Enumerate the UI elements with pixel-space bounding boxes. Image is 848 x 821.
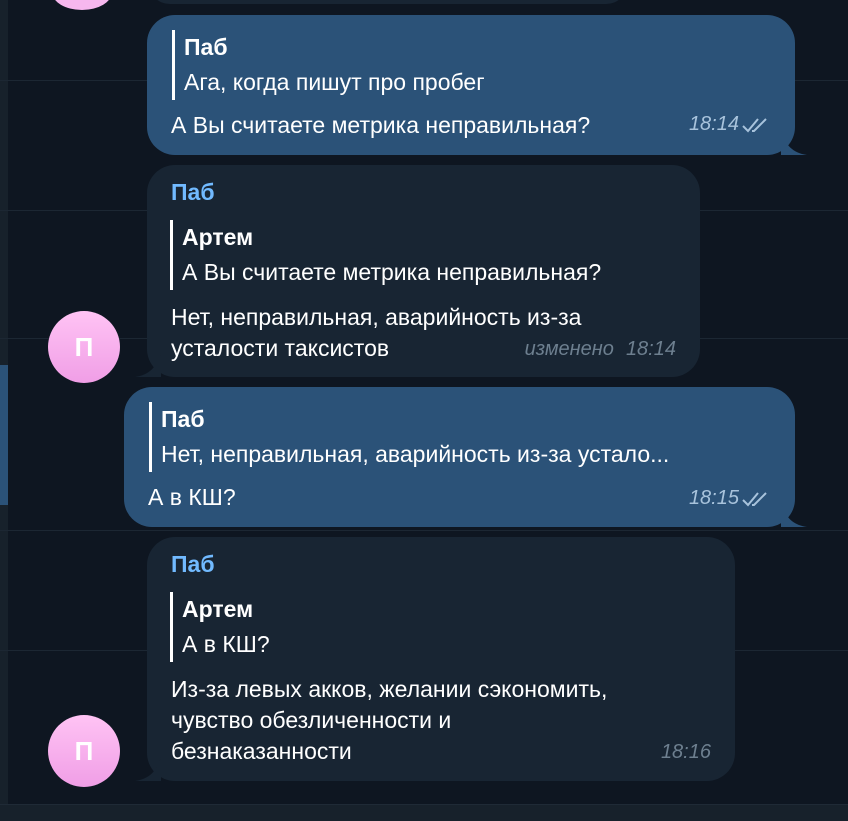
avatar-letter: П xyxy=(74,331,94,362)
bottom-bar xyxy=(0,804,848,821)
avatar[interactable] xyxy=(52,0,112,10)
bubble-tail xyxy=(135,757,161,781)
message-time: 18:14 xyxy=(625,338,676,360)
message-meta: 18:16 xyxy=(661,741,711,764)
message-text-line: Нет, неправильная, аварийность из-за xyxy=(171,304,582,330)
double-check-icon xyxy=(742,117,767,132)
reply-quote[interactable]: Паб Ага, когда пишут про пробег xyxy=(172,30,485,100)
left-panel-selection xyxy=(0,365,8,505)
reply-author: Паб xyxy=(161,406,205,432)
avatar-letter: П xyxy=(74,735,94,766)
message-meta: 18:15 xyxy=(689,487,771,510)
message-meta: 18:14 xyxy=(689,113,771,136)
message-bubble-outgoing[interactable]: Паб Нет, неправильная, аварийность из-за… xyxy=(124,387,807,527)
reply-text: А Вы считаете метрика неправильная? xyxy=(182,259,602,285)
reply-quote[interactable]: Паб Нет, неправильная, аварийность из-за… xyxy=(149,402,669,472)
reply-quote[interactable]: Артем А в КШ? xyxy=(170,592,270,662)
reply-quote[interactable]: Артем А Вы считаете метрика неправильная… xyxy=(170,220,601,290)
message-bubble-partial[interactable] xyxy=(148,0,628,4)
reply-text: Нет, неправильная, аварийность из-за уст… xyxy=(161,441,670,467)
message-text-line: усталости таксистов xyxy=(171,335,390,361)
avatar[interactable]: П xyxy=(48,311,120,383)
message-text-line: Из-за левых акков, желании сэкономить, xyxy=(171,676,608,702)
message-meta: изменено 18:14 xyxy=(525,338,676,361)
reply-author: Паб xyxy=(184,34,228,60)
bubble-tail xyxy=(781,503,807,527)
message-bubble-outgoing[interactable]: Паб Ага, когда пишут про пробег А Вы счи… xyxy=(147,15,807,155)
bubble-tail xyxy=(781,131,807,155)
message-bubble-incoming[interactable]: Паб Артем А Вы считаете метрика неправил… xyxy=(135,165,700,377)
reply-author: Артем xyxy=(182,596,254,622)
bubble-tail xyxy=(135,353,161,377)
double-check-icon xyxy=(742,491,767,506)
message-time: 18:15 xyxy=(688,487,739,509)
reply-text: А в КШ? xyxy=(182,631,270,657)
divider xyxy=(0,530,848,531)
message-text: А в КШ? xyxy=(148,484,236,510)
message-text: А Вы считаете метрика неправильная? xyxy=(171,112,591,138)
message-text-line: чувство обезличенности и xyxy=(171,707,452,733)
message-time: 18:14 xyxy=(688,113,739,135)
sender-name[interactable]: Паб xyxy=(171,179,215,206)
avatar[interactable]: П xyxy=(48,715,120,787)
edited-label: изменено xyxy=(524,338,614,360)
message-text-line: безнаказанности xyxy=(171,738,352,764)
reply-author: Артем xyxy=(182,224,254,250)
message-bubble-incoming[interactable]: Паб Артем А в КШ? Из-за левых акков, жел… xyxy=(135,537,735,781)
message-time: 18:16 xyxy=(660,741,711,763)
sender-name[interactable]: Паб xyxy=(171,551,215,578)
reply-text: Ага, когда пишут про пробег xyxy=(184,69,485,95)
